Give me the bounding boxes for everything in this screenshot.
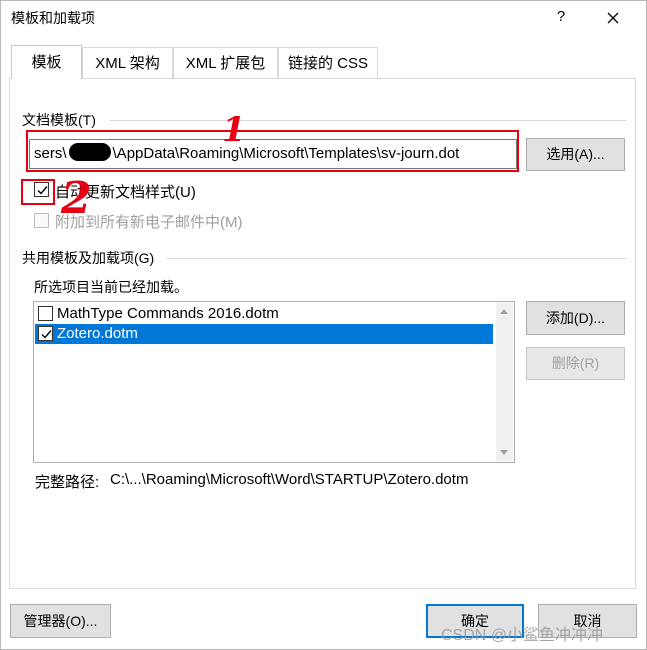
tab-xml-schema[interactable]: XML 架构 xyxy=(82,47,173,78)
ok-button[interactable]: 确定 xyxy=(426,604,524,638)
global-templates-list[interactable]: MathType Commands 2016.dotm Zotero.dotm xyxy=(33,301,515,463)
template-path-input[interactable]: sers\ \AppData\Roaming\Microsoft\Template… xyxy=(29,139,517,169)
full-path-label: 完整路径: xyxy=(35,474,100,491)
remove-button[interactable]: 删除(R) xyxy=(526,347,625,380)
auto-update-checkbox[interactable] xyxy=(34,182,49,197)
cancel-button[interactable]: 取消 xyxy=(538,604,637,638)
attach-email-checkbox[interactable] xyxy=(34,213,49,228)
scroll-down-icon[interactable] xyxy=(500,450,508,455)
close-icon[interactable] xyxy=(599,5,627,31)
list-scrollbar[interactable] xyxy=(496,303,513,461)
title-bar: 模板和加载项 ? xyxy=(1,1,646,35)
list-item-checkbox[interactable] xyxy=(38,326,53,341)
list-item[interactable]: MathType Commands 2016.dotm xyxy=(35,304,493,324)
scroll-up-icon[interactable] xyxy=(500,309,508,314)
tab-linked-css[interactable]: 链接的 CSS xyxy=(278,47,378,78)
template-path-prefix: sers\ xyxy=(34,145,67,162)
list-item-label: MathType Commands 2016.dotm xyxy=(57,305,279,322)
attach-email-label: 附加到所有新电子邮件中(M) xyxy=(55,214,243,231)
document-template-label: 文档模板(T) xyxy=(22,112,96,128)
dialog-title: 模板和加载项 xyxy=(11,10,95,26)
attach-button[interactable]: 选用(A)... xyxy=(526,138,625,171)
redaction-mark xyxy=(68,143,111,161)
tab-xml-expansion-packs[interactable]: XML 扩展包 xyxy=(173,47,278,78)
list-item-checkbox[interactable] xyxy=(38,306,53,321)
template-path-suffix: \AppData\Roaming\Microsoft\Templates\sv-… xyxy=(112,145,460,162)
help-icon[interactable]: ? xyxy=(551,5,571,29)
list-item[interactable]: Zotero.dotm xyxy=(35,324,493,344)
auto-update-label: 自动更新文档样式(U) xyxy=(55,184,196,201)
tab-templates[interactable]: 模板 xyxy=(11,45,82,79)
list-item-label: Zotero.dotm xyxy=(57,325,138,342)
global-templates-label: 共用模板及加载项(G) xyxy=(22,250,155,266)
templates-and-addins-dialog: 模板和加载项 ? 模板 XML 架构 XML 扩展包 链接的 CSS 文档模板(… xyxy=(0,0,647,650)
full-path-value: C:\...\Roaming\Microsoft\Word\STARTUP\Zo… xyxy=(110,471,469,488)
group-divider xyxy=(167,258,627,259)
organizer-button[interactable]: 管理器(O)... xyxy=(10,604,111,638)
global-templates-subtitle: 所选项目当前已经加载。 xyxy=(34,279,188,295)
add-button[interactable]: 添加(D)... xyxy=(526,301,625,335)
group-divider xyxy=(109,120,627,121)
